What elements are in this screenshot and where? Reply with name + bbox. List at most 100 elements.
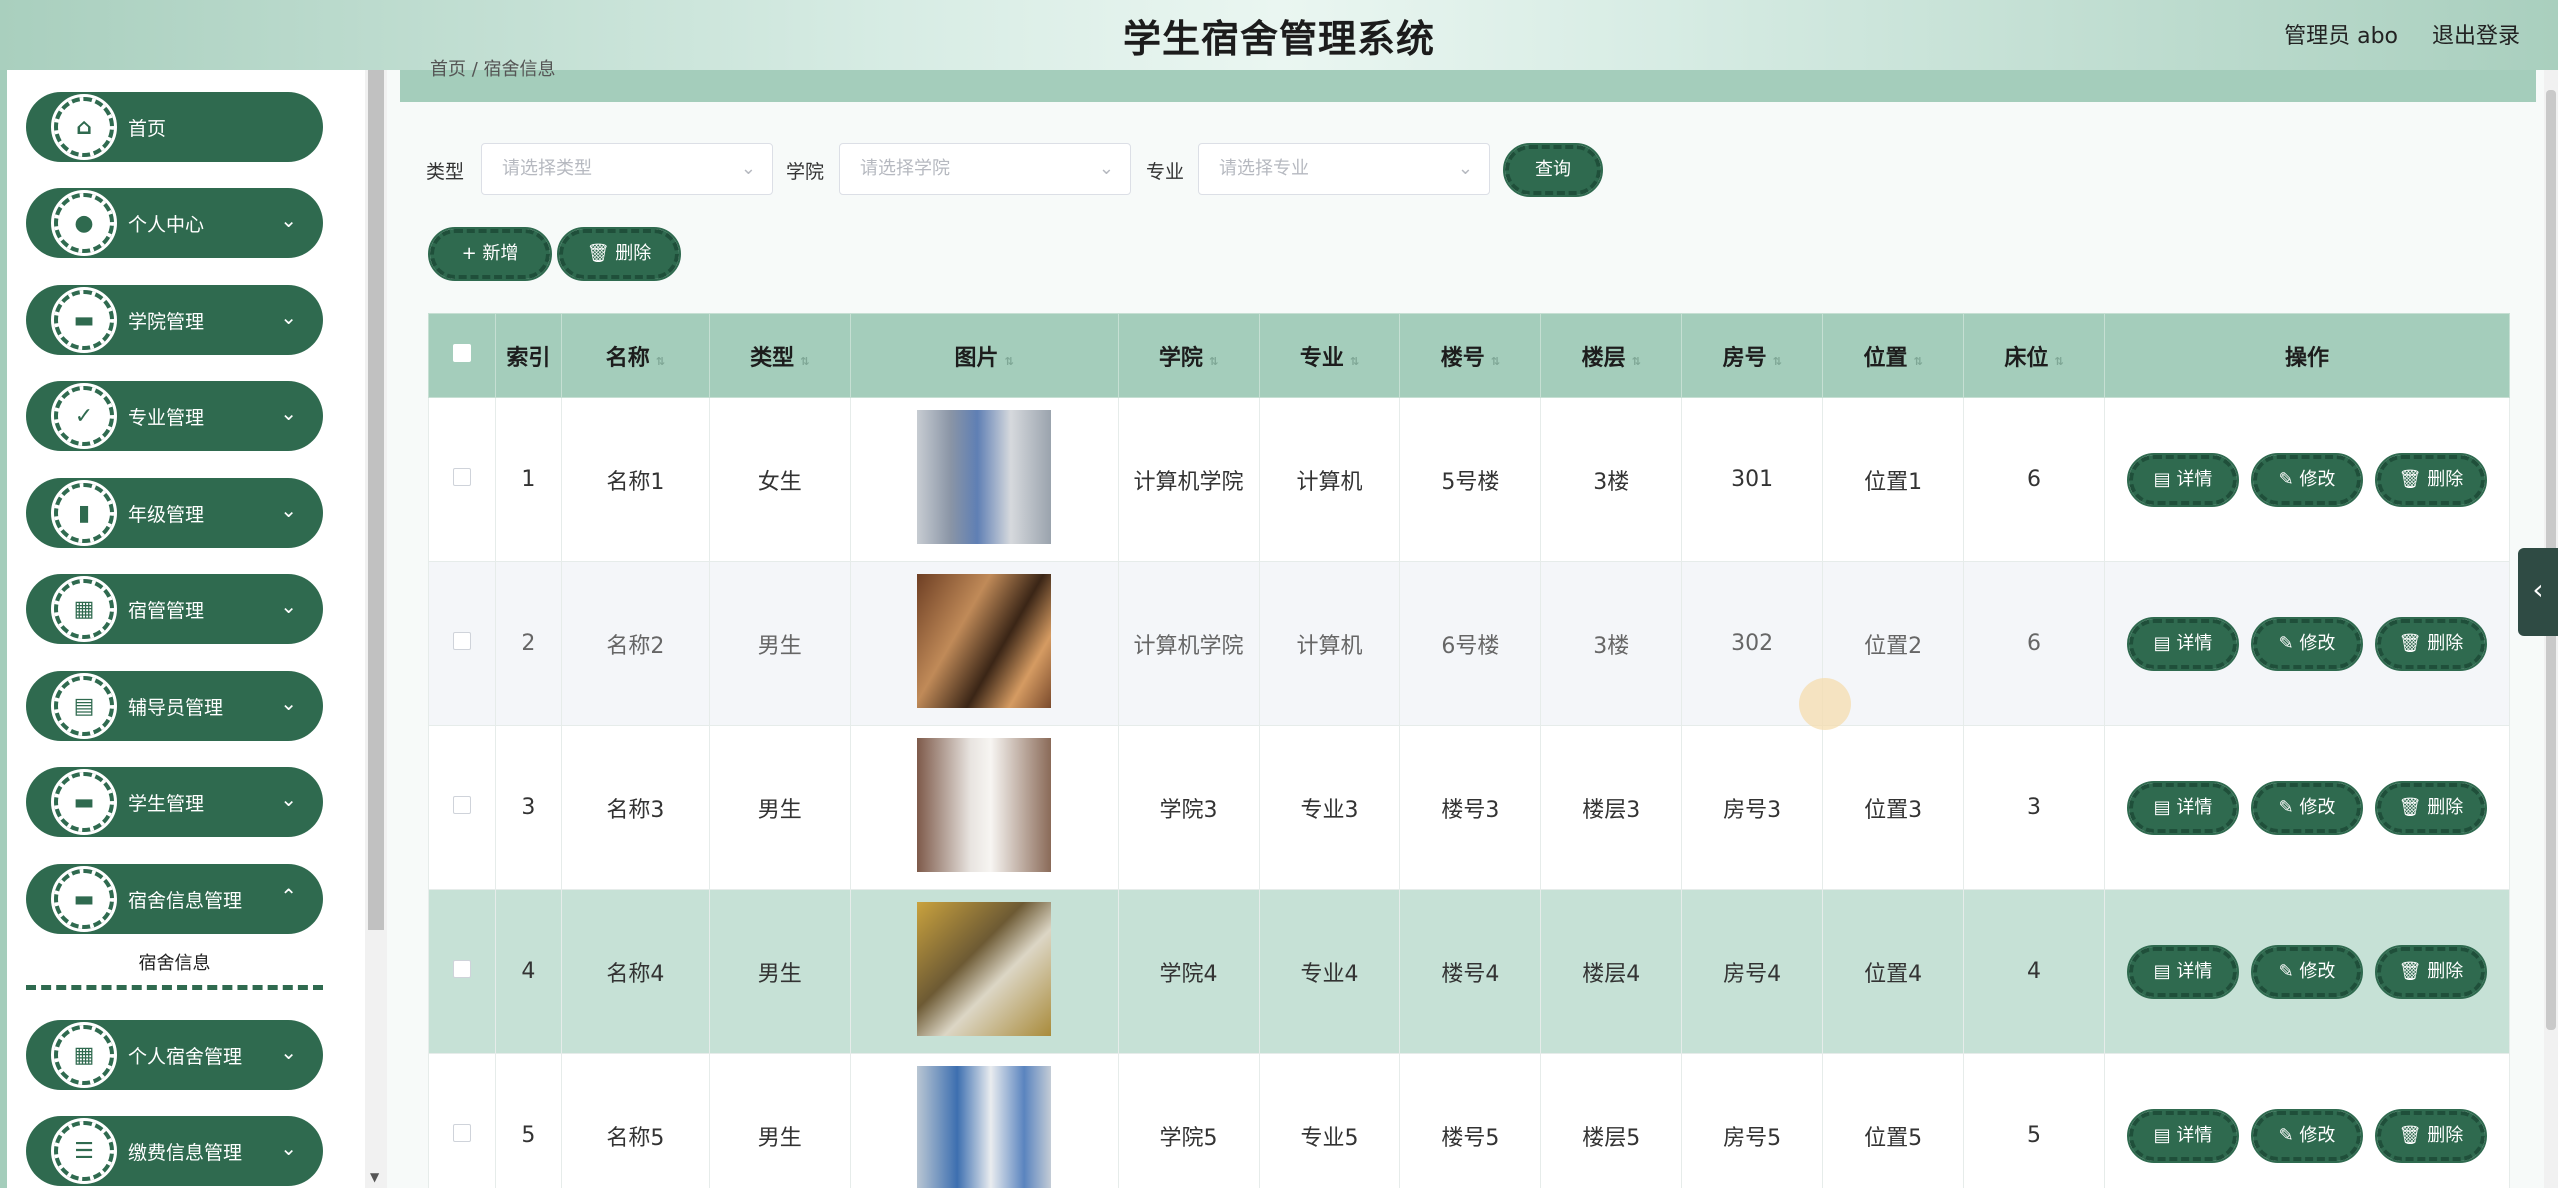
sidebar-scrollbar-thumb[interactable] xyxy=(368,70,384,930)
detail-button[interactable]: ▤ 详情 xyxy=(2126,616,2239,671)
sidebar-item-major[interactable]: ✓ 专业管理 ⌄ xyxy=(26,381,323,451)
chevron-down-icon: ⌄ xyxy=(1098,158,1114,179)
dorm-photo[interactable] xyxy=(917,573,1052,708)
sidebar-item-grade[interactable]: ▮ 年级管理 ⌄ xyxy=(26,478,323,548)
delete-button[interactable]: 🗑 删除 xyxy=(2374,1108,2487,1163)
sort-icon[interactable]: ⇅ xyxy=(1632,355,1641,368)
row-checkbox[interactable] xyxy=(452,468,471,486)
edit-button[interactable]: ✎ 修改 xyxy=(2250,452,2363,507)
cell-college: 计算机学院 xyxy=(1117,397,1260,562)
scroll-down-arrow-icon[interactable]: ▼ xyxy=(370,1170,379,1184)
table-header-row: 索引 名称 ⇅ 类型 ⇅ 图片 ⇅ 学院 ⇅ 专业 ⇅ 楼号 ⇅ 楼层 ⇅ 房号 ⇅ 位置 ⇅ 床… xyxy=(428,313,2511,398)
row-checkbox[interactable] xyxy=(452,1124,471,1142)
column-header-building[interactable]: 楼号 ⇅ xyxy=(1399,313,1542,398)
sort-icon[interactable]: ⇅ xyxy=(1350,355,1359,368)
sidebar-item-label: 专业管理 xyxy=(128,407,205,429)
sidebar-item-student[interactable]: ▬ 学生管理 ⌄ xyxy=(26,767,323,837)
sidebar-item-college[interactable]: ▬ 学院管理 ⌄ xyxy=(26,285,323,355)
sort-icon[interactable]: ⇅ xyxy=(2054,355,2063,368)
cell-actions: ▤ 详情 ✎ 修改 🗑 删除 xyxy=(2103,889,2511,1054)
sort-icon[interactable]: ⇅ xyxy=(1913,355,1922,368)
row-select-cell[interactable] xyxy=(428,889,496,1054)
column-header-image[interactable]: 图片 ⇅ xyxy=(849,313,1119,398)
delete-button[interactable]: 🗑 删除 xyxy=(2374,452,2487,507)
grid-icon: ▦ xyxy=(51,1022,117,1088)
edit-button[interactable]: ✎ 修改 xyxy=(2250,616,2363,671)
sidebar-item-personal-dorm[interactable]: ▦ 个人宿舍管理 ⌄ xyxy=(26,1020,323,1090)
dorm-photo[interactable] xyxy=(917,1065,1052,1188)
sort-icon[interactable]: ⇅ xyxy=(800,355,809,368)
query-button[interactable]: 查询 xyxy=(1503,143,1603,197)
row-checkbox[interactable] xyxy=(452,796,471,814)
header-label: 位置 xyxy=(1863,345,1908,371)
college-select-placeholder: 请选择学院 xyxy=(860,158,950,179)
sidebar-item-dorm-info[interactable]: ▬ 宿舍信息管理 ⌃ xyxy=(26,864,323,934)
batch-delete-button[interactable]: 🗑 删除 xyxy=(557,227,681,281)
cell-room: 房号5 xyxy=(1681,1053,1824,1188)
sort-icon[interactable]: ⇅ xyxy=(656,355,665,368)
detail-button[interactable]: ▤ 详情 xyxy=(2126,452,2239,507)
sidebar-item-payment[interactable]: ☰ 缴费信息管理 ⌄ xyxy=(26,1116,323,1186)
column-header-floor[interactable]: 楼层 ⇅ xyxy=(1540,313,1683,398)
sidebar-item-label: 宿管管理 xyxy=(128,600,205,622)
select-all-header[interactable] xyxy=(428,313,496,398)
row-select-cell[interactable] xyxy=(428,725,496,890)
collapse-panel-handle[interactable]: ‹ xyxy=(2518,548,2558,636)
sidebar-item-personal-center[interactable]: ● 个人中心 ⌄ xyxy=(26,188,323,258)
column-header-index: 索引 xyxy=(494,313,562,398)
sort-icon[interactable]: ⇅ xyxy=(1005,355,1014,368)
cell-position: 位置4 xyxy=(1822,889,1965,1054)
row-select-cell[interactable] xyxy=(428,1053,496,1188)
column-header-room[interactable]: 房号 ⇅ xyxy=(1681,313,1824,398)
dorm-photo[interactable] xyxy=(917,737,1052,872)
detail-button[interactable]: ▤ 详情 xyxy=(2126,780,2239,835)
row-checkbox[interactable] xyxy=(452,960,471,978)
grid-icon: ▦ xyxy=(51,576,117,642)
logout-link[interactable]: 退出登录 xyxy=(2432,18,2520,50)
sidebar-item-label: 宿舍信息管理 xyxy=(128,890,243,912)
edit-button[interactable]: ✎ 修改 xyxy=(2250,1108,2363,1163)
delete-button[interactable]: 🗑 删除 xyxy=(2374,944,2487,999)
dorm-photo[interactable] xyxy=(917,901,1052,1036)
column-header-major[interactable]: 专业 ⇅ xyxy=(1258,313,1401,398)
row-select-cell[interactable] xyxy=(428,561,496,726)
column-header-name[interactable]: 名称 ⇅ xyxy=(560,313,710,398)
cell-major: 专业5 xyxy=(1258,1053,1401,1188)
college-select[interactable]: 请选择学院 ⌄ xyxy=(839,143,1131,195)
edit-button[interactable]: ✎ 修改 xyxy=(2250,780,2363,835)
table-row: 2 名称2 男生 计算机学院 计算机 6号楼 3楼 302 位置2 6 ▤ 详情… xyxy=(428,561,2511,726)
type-select[interactable]: 请选择类型 ⌄ xyxy=(481,143,773,195)
edit-button[interactable]: ✎ 修改 xyxy=(2250,944,2363,999)
sort-icon[interactable]: ⇅ xyxy=(1491,355,1500,368)
detail-button[interactable]: ▤ 详情 xyxy=(2126,1108,2239,1163)
column-header-college[interactable]: 学院 ⇅ xyxy=(1117,313,1260,398)
delete-button[interactable]: 🗑 删除 xyxy=(2374,616,2487,671)
detail-button[interactable]: ▤ 详情 xyxy=(2126,944,2239,999)
list-icon: ☰ xyxy=(51,1118,117,1184)
cell-room: 房号4 xyxy=(1681,889,1824,1054)
major-select[interactable]: 请选择专业 ⌄ xyxy=(1198,143,1490,195)
column-header-type[interactable]: 类型 ⇅ xyxy=(708,313,851,398)
cell-major: 计算机 xyxy=(1258,397,1401,562)
cell-image xyxy=(849,397,1119,562)
sidebar-subitem-dorm-info[interactable]: 宿舍信息 xyxy=(26,938,323,990)
dorm-table: 索引 名称 ⇅ 类型 ⇅ 图片 ⇅ 学院 ⇅ 专业 ⇅ 楼号 ⇅ 楼层 ⇅ 房号 ⇅ 位置 ⇅ 床… xyxy=(428,313,2511,1188)
row-select-cell[interactable] xyxy=(428,397,496,562)
cell-floor: 楼层3 xyxy=(1540,725,1683,890)
cell-actions: ▤ 详情 ✎ 修改 🗑 删除 xyxy=(2103,397,2511,562)
sidebar-scrollbar[interactable]: ▼ xyxy=(365,70,387,1188)
column-header-actions: 操作 xyxy=(2103,313,2511,398)
column-header-beds[interactable]: 床位 ⇅ xyxy=(1963,313,2105,398)
add-button[interactable]: + 新增 xyxy=(428,227,552,281)
sidebar-item-home[interactable]: ⌂ 首页 xyxy=(26,92,323,162)
sidebar-item-dorm-manager[interactable]: ▦ 宿管管理 ⌄ xyxy=(26,574,323,644)
select-all-checkbox[interactable] xyxy=(452,344,471,362)
column-header-position[interactable]: 位置 ⇅ xyxy=(1822,313,1965,398)
home-icon: ⌂ xyxy=(51,94,117,160)
dorm-photo[interactable] xyxy=(917,409,1052,544)
sidebar-item-counselor[interactable]: ▤ 辅导员管理 ⌄ xyxy=(26,671,323,741)
sort-icon[interactable]: ⇅ xyxy=(1773,355,1782,368)
delete-button[interactable]: 🗑 删除 xyxy=(2374,780,2487,835)
row-checkbox[interactable] xyxy=(452,632,471,650)
sort-icon[interactable]: ⇅ xyxy=(1209,355,1218,368)
